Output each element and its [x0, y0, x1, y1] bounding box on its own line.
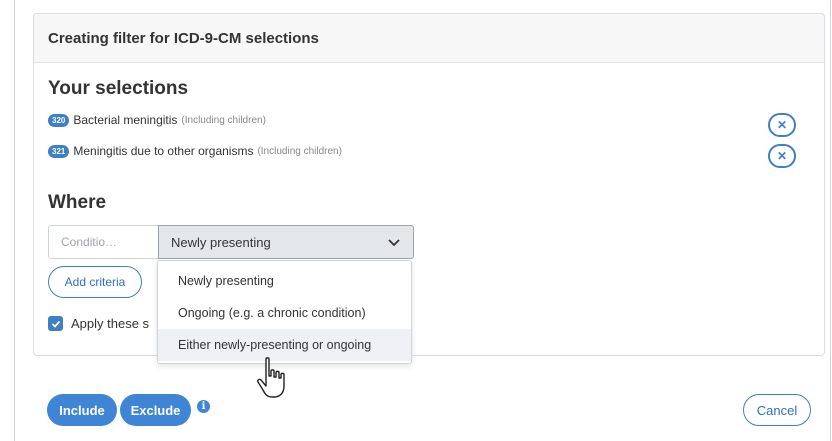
remove-selection-button[interactable]: ✕ — [768, 144, 796, 168]
close-icon: ✕ — [776, 118, 788, 132]
dropdown-option[interactable]: Ongoing (e.g. a chronic condition) — [158, 297, 411, 329]
selection-item: 320 Bacterial meningitis (Including chil… — [48, 113, 266, 127]
filter-panel: Creating filter for ICD-9-CM selections … — [33, 13, 825, 356]
add-criteria-button[interactable]: Add criteria — [48, 266, 142, 298]
close-icon: ✕ — [776, 149, 788, 163]
where-heading: Where — [48, 192, 107, 213]
hand-pointer-cursor — [257, 357, 285, 398]
dropdown-option[interactable]: Newly presenting — [158, 265, 411, 297]
apply-row: Apply these s — [48, 316, 149, 331]
chevron-down-icon — [388, 239, 400, 247]
frame-border-left — [14, 0, 15, 441]
frame-border-right — [830, 0, 831, 441]
code-badge: 320 — [48, 113, 70, 127]
include-button[interactable]: Include — [47, 394, 117, 426]
apply-label: Apply these s — [71, 316, 150, 331]
selection-label: Meningitis due to other organisms — [73, 144, 254, 158]
info-icon[interactable]: i — [197, 400, 210, 413]
code-badge: 321 — [48, 144, 70, 158]
presentation-select[interactable]: Newly presenting — [158, 225, 414, 259]
presentation-dropdown: Newly presenting Ongoing (e.g. a chronic… — [157, 260, 412, 364]
cancel-button[interactable]: Cancel — [743, 394, 811, 426]
remove-selection-button[interactable]: ✕ — [768, 113, 796, 137]
selections-heading: Your selections — [48, 78, 189, 99]
select-value: Newly presenting — [171, 234, 271, 250]
selection-note: (Including children) — [181, 114, 266, 126]
panel-title: Creating filter for ICD-9-CM selections — [34, 14, 824, 63]
selection-label: Bacterial meningitis — [73, 113, 178, 127]
check-icon — [51, 320, 60, 328]
selection-item: 321 Meningitis due to other organisms (I… — [48, 144, 342, 158]
selection-note: (Including children) — [257, 145, 342, 157]
apply-checkbox[interactable] — [48, 316, 63, 331]
condition-input[interactable] — [48, 225, 158, 259]
exclude-button[interactable]: Exclude — [120, 394, 191, 426]
